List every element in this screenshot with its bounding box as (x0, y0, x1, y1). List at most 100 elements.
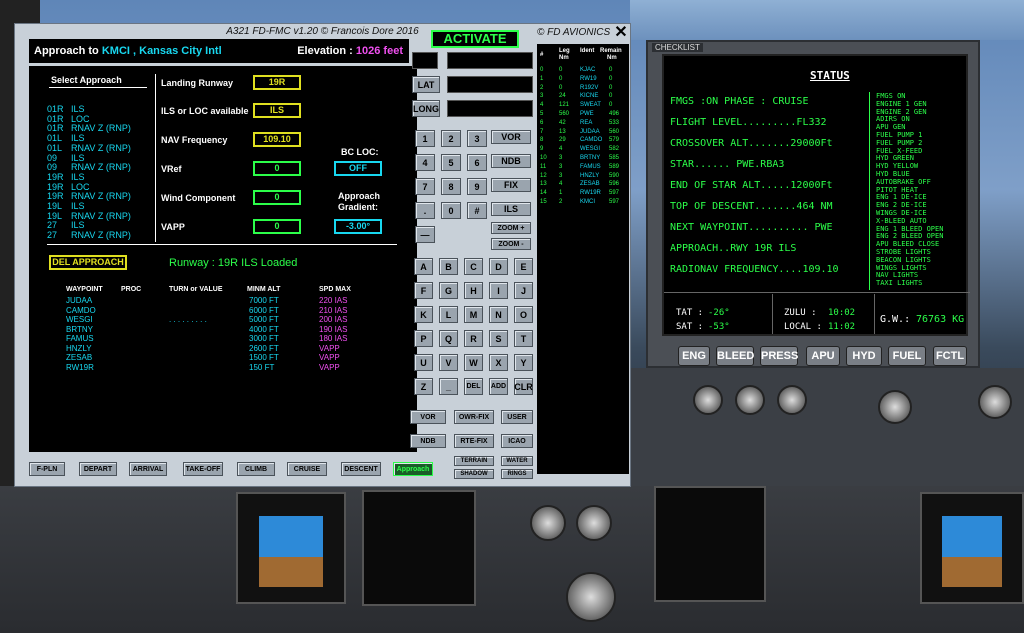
letter-key[interactable]: R (464, 330, 483, 347)
letter-key[interactable]: O (514, 306, 533, 323)
approach-item-runway[interactable]: 09 (47, 153, 57, 163)
letter-key[interactable]: T (514, 330, 533, 347)
activate-button[interactable]: ACTIVATE (431, 30, 519, 48)
lat-button[interactable]: LAT (412, 76, 440, 93)
numpad-key[interactable]: 3 (467, 130, 487, 147)
approach-item-type[interactable]: RNAV Z (RNP) (71, 230, 131, 240)
landing-runway-field[interactable]: 19R (253, 75, 301, 90)
approach-item-runway[interactable]: 19R (47, 182, 64, 192)
leg-ident[interactable]: BRTNY (580, 155, 600, 161)
approach-item-type[interactable]: RNAV Z (RNP) (71, 143, 131, 153)
letter-key[interactable]: A (414, 258, 433, 275)
letter-key[interactable]: K (414, 306, 433, 323)
long-button[interactable]: LONG (412, 100, 440, 117)
leg-ident[interactable]: ZESAB (580, 181, 600, 187)
letter-key[interactable]: C (464, 258, 483, 275)
approach-item-type[interactable]: ILS (71, 172, 85, 182)
approach-item-type[interactable]: ILS (71, 104, 85, 114)
keypad-field-top[interactable] (447, 52, 533, 69)
water-button[interactable]: WATER (501, 456, 533, 466)
approach-item-runway[interactable]: 19L (47, 201, 62, 211)
zoom-out-button[interactable]: ZOOM - (491, 238, 531, 250)
vref-field[interactable]: 0 (253, 161, 301, 176)
close-icon[interactable]: ✕ (614, 25, 628, 41)
approach-item-type[interactable]: RNAV Z (RNP) (71, 191, 131, 201)
approach-item-type[interactable]: RNAV Z (RNP) (71, 123, 131, 133)
letter-key[interactable]: G (439, 282, 458, 299)
leg-ident[interactable]: R192V (580, 85, 598, 91)
wind-component-field[interactable]: 0 (253, 190, 301, 205)
tab-approach[interactable]: Approach (393, 462, 433, 476)
numpad-key[interactable]: 2 (441, 130, 461, 147)
approach-item-type[interactable]: ILS (71, 201, 85, 211)
letter-key[interactable]: E (514, 258, 533, 275)
tab-fpln[interactable]: F-PLN (29, 462, 65, 476)
numpad-key[interactable]: . (415, 202, 435, 219)
map-filter-button[interactable]: RTE-FIX (454, 434, 494, 448)
letter-key[interactable]: Y (514, 354, 533, 371)
approach-item-runway[interactable]: 27 (47, 220, 57, 230)
gradient-field[interactable]: -3.00° (334, 219, 382, 234)
shadow-button[interactable]: SHADOW (454, 469, 494, 479)
approach-item-type[interactable]: LOC (71, 182, 90, 192)
letter-key[interactable]: X (489, 354, 508, 371)
map-filter-button[interactable]: ICAO (501, 434, 533, 448)
numpad-key[interactable]: 6 (467, 154, 487, 171)
letter-key[interactable]: Z (414, 378, 433, 395)
leg-ident[interactable]: REA (580, 120, 592, 126)
lat-field[interactable] (447, 76, 533, 93)
approach-item-runway[interactable]: 01L (47, 143, 62, 153)
map-filter-button[interactable]: OWR-FIX (454, 410, 494, 424)
leg-ident[interactable]: JUDAA (580, 129, 600, 135)
map-filter-button[interactable]: VOR (410, 410, 446, 424)
tab-depart[interactable]: DEPART (79, 462, 117, 476)
clr-key[interactable]: CLR (514, 378, 533, 395)
letter-key[interactable]: N (489, 306, 508, 323)
nav-key[interactable]: NDB (491, 154, 531, 168)
nav-key[interactable]: ILS (491, 202, 531, 216)
leg-ident[interactable]: KJAC (580, 67, 595, 73)
letter-key[interactable]: I (489, 282, 508, 299)
long-field[interactable] (447, 100, 533, 117)
add-key[interactable]: ADD (489, 378, 508, 395)
approach-item-runway[interactable]: 09 (47, 162, 57, 172)
leg-ident[interactable]: FAMUS (580, 164, 601, 170)
approach-item-runway[interactable]: 27 (47, 230, 57, 240)
zoom-in-button[interactable]: ZOOM + (491, 222, 531, 234)
leg-ident[interactable]: CAMDO (580, 137, 602, 143)
leg-ident[interactable]: PWE (580, 111, 594, 117)
letter-key[interactable]: L (439, 306, 458, 323)
approach-item-type[interactable]: ILS (71, 153, 85, 163)
approach-item-type[interactable]: ILS (71, 133, 85, 143)
letter-key[interactable]: H (464, 282, 483, 299)
numpad-key[interactable]: # (467, 202, 487, 219)
leg-ident[interactable]: RW19R (580, 190, 601, 196)
numpad-key[interactable]: 9 (467, 178, 487, 195)
tab-climb[interactable]: CLIMB (237, 462, 275, 476)
approach-item-type[interactable]: ILS (71, 220, 85, 230)
leg-ident[interactable]: WESGI (580, 146, 600, 152)
leg-ident[interactable]: KICNE (580, 93, 598, 99)
approach-item-runway[interactable]: 19R (47, 191, 64, 201)
keypad-field-top-left[interactable] (412, 52, 438, 69)
approach-item-runway[interactable]: 01R (47, 114, 64, 124)
tab-cruise[interactable]: CRUISE (287, 462, 327, 476)
leg-ident[interactable]: KMCI (580, 199, 595, 205)
approach-item-type[interactable]: RNAV Z (RNP) (71, 162, 131, 172)
tab-descent[interactable]: DESCENT (341, 462, 381, 476)
tab-takeoff[interactable]: TAKE-OFF (183, 462, 223, 476)
vapp-field[interactable]: 0 (253, 219, 301, 234)
letter-key[interactable]: S (489, 330, 508, 347)
letter-key[interactable]: V (439, 354, 458, 371)
map-filter-button[interactable]: USER (501, 410, 533, 424)
underscore-key[interactable]: _ (439, 378, 458, 395)
letter-key[interactable]: Q (439, 330, 458, 347)
numpad-key[interactable]: 7 (415, 178, 435, 195)
numpad-key[interactable]: 5 (441, 154, 461, 171)
numpad-key[interactable]: 0 (441, 202, 461, 219)
numpad-key[interactable]: 1 (415, 130, 435, 147)
numpad-key[interactable]: 8 (441, 178, 461, 195)
terrain-button[interactable]: TERRAIN (454, 456, 494, 466)
letter-key[interactable]: D (489, 258, 508, 275)
approach-item-runway[interactable]: 19L (47, 211, 62, 221)
